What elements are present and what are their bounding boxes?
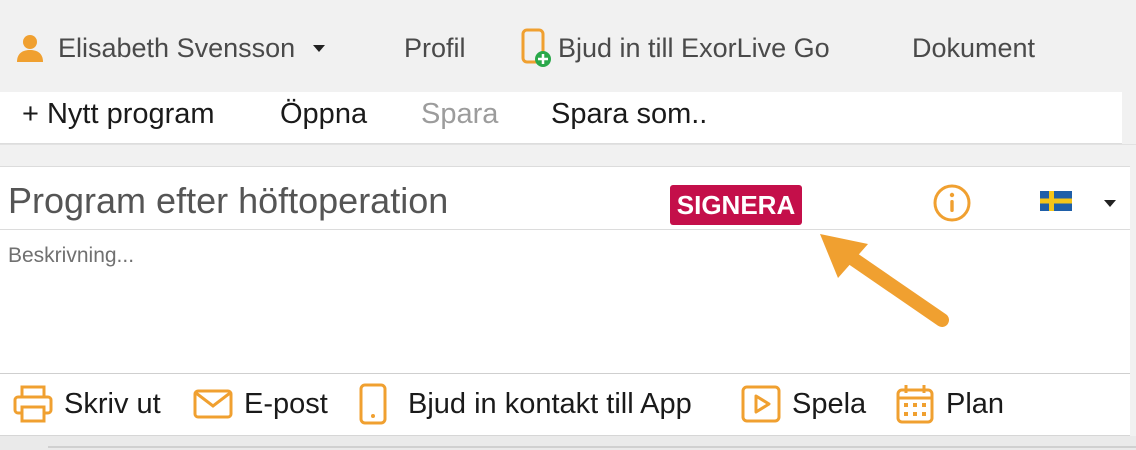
- play-icon: [741, 385, 781, 423]
- phone-icon: [359, 383, 387, 425]
- swedish-flag-icon[interactable]: [1040, 191, 1072, 211]
- sign-button[interactable]: SIGNERA: [670, 185, 802, 225]
- annotation-arrow-icon: [820, 234, 949, 327]
- phone-add-icon: [521, 28, 551, 67]
- user-name: Elisabeth Svensson: [58, 32, 296, 63]
- profile-link[interactable]: Profil: [404, 28, 466, 68]
- info-icon[interactable]: [932, 183, 972, 223]
- save-as-button[interactable]: Spara som..: [551, 98, 707, 131]
- print-button[interactable]: Skriv ut: [12, 382, 161, 426]
- documents-link[interactable]: Dokument: [912, 28, 1035, 68]
- open-button[interactable]: Öppna: [280, 98, 367, 131]
- action-bar: Skriv ut E-post Bjud in kontakt till App…: [0, 374, 1130, 436]
- user-icon: [17, 35, 43, 62]
- bottom-strip: [0, 436, 1136, 450]
- plan-label: Plan: [946, 387, 1005, 420]
- description-field[interactable]: Beskrivning...: [8, 244, 134, 268]
- language-dropdown-icon[interactable]: [1104, 200, 1116, 207]
- email-button[interactable]: E-post: [192, 382, 328, 426]
- chevron-down-icon: [313, 44, 326, 52]
- email-label: E-post: [244, 387, 328, 420]
- invite-go-link[interactable]: Bjud in till ExorLive Go: [520, 28, 830, 68]
- top-navigation: Elisabeth Svensson Profil Bjud in till E…: [0, 0, 1136, 92]
- plan-button[interactable]: Plan: [894, 382, 1004, 426]
- invite-app-button[interactable]: Bjud in kontakt till App: [356, 382, 692, 426]
- program-toolbar: + Nytt program Öppna Spara Spara som..: [0, 92, 1122, 144]
- save-button[interactable]: Spara: [421, 98, 498, 131]
- play-button[interactable]: Spela: [740, 382, 866, 426]
- play-label: Spela: [792, 387, 867, 420]
- divider: [48, 446, 1136, 448]
- invite-go-label: Bjud in till ExorLive Go: [558, 32, 830, 63]
- program-title[interactable]: Program efter höftoperation: [8, 180, 448, 222]
- new-program-button[interactable]: + Nytt program: [22, 98, 215, 131]
- printer-icon: [13, 385, 53, 423]
- user-menu[interactable]: Elisabeth Svensson: [14, 28, 326, 68]
- mail-icon: [193, 389, 233, 419]
- invite-app-label: Bjud in kontakt till App: [408, 387, 692, 420]
- calendar-icon: [896, 385, 934, 424]
- divider: [0, 144, 1136, 166]
- print-label: Skriv ut: [64, 387, 161, 420]
